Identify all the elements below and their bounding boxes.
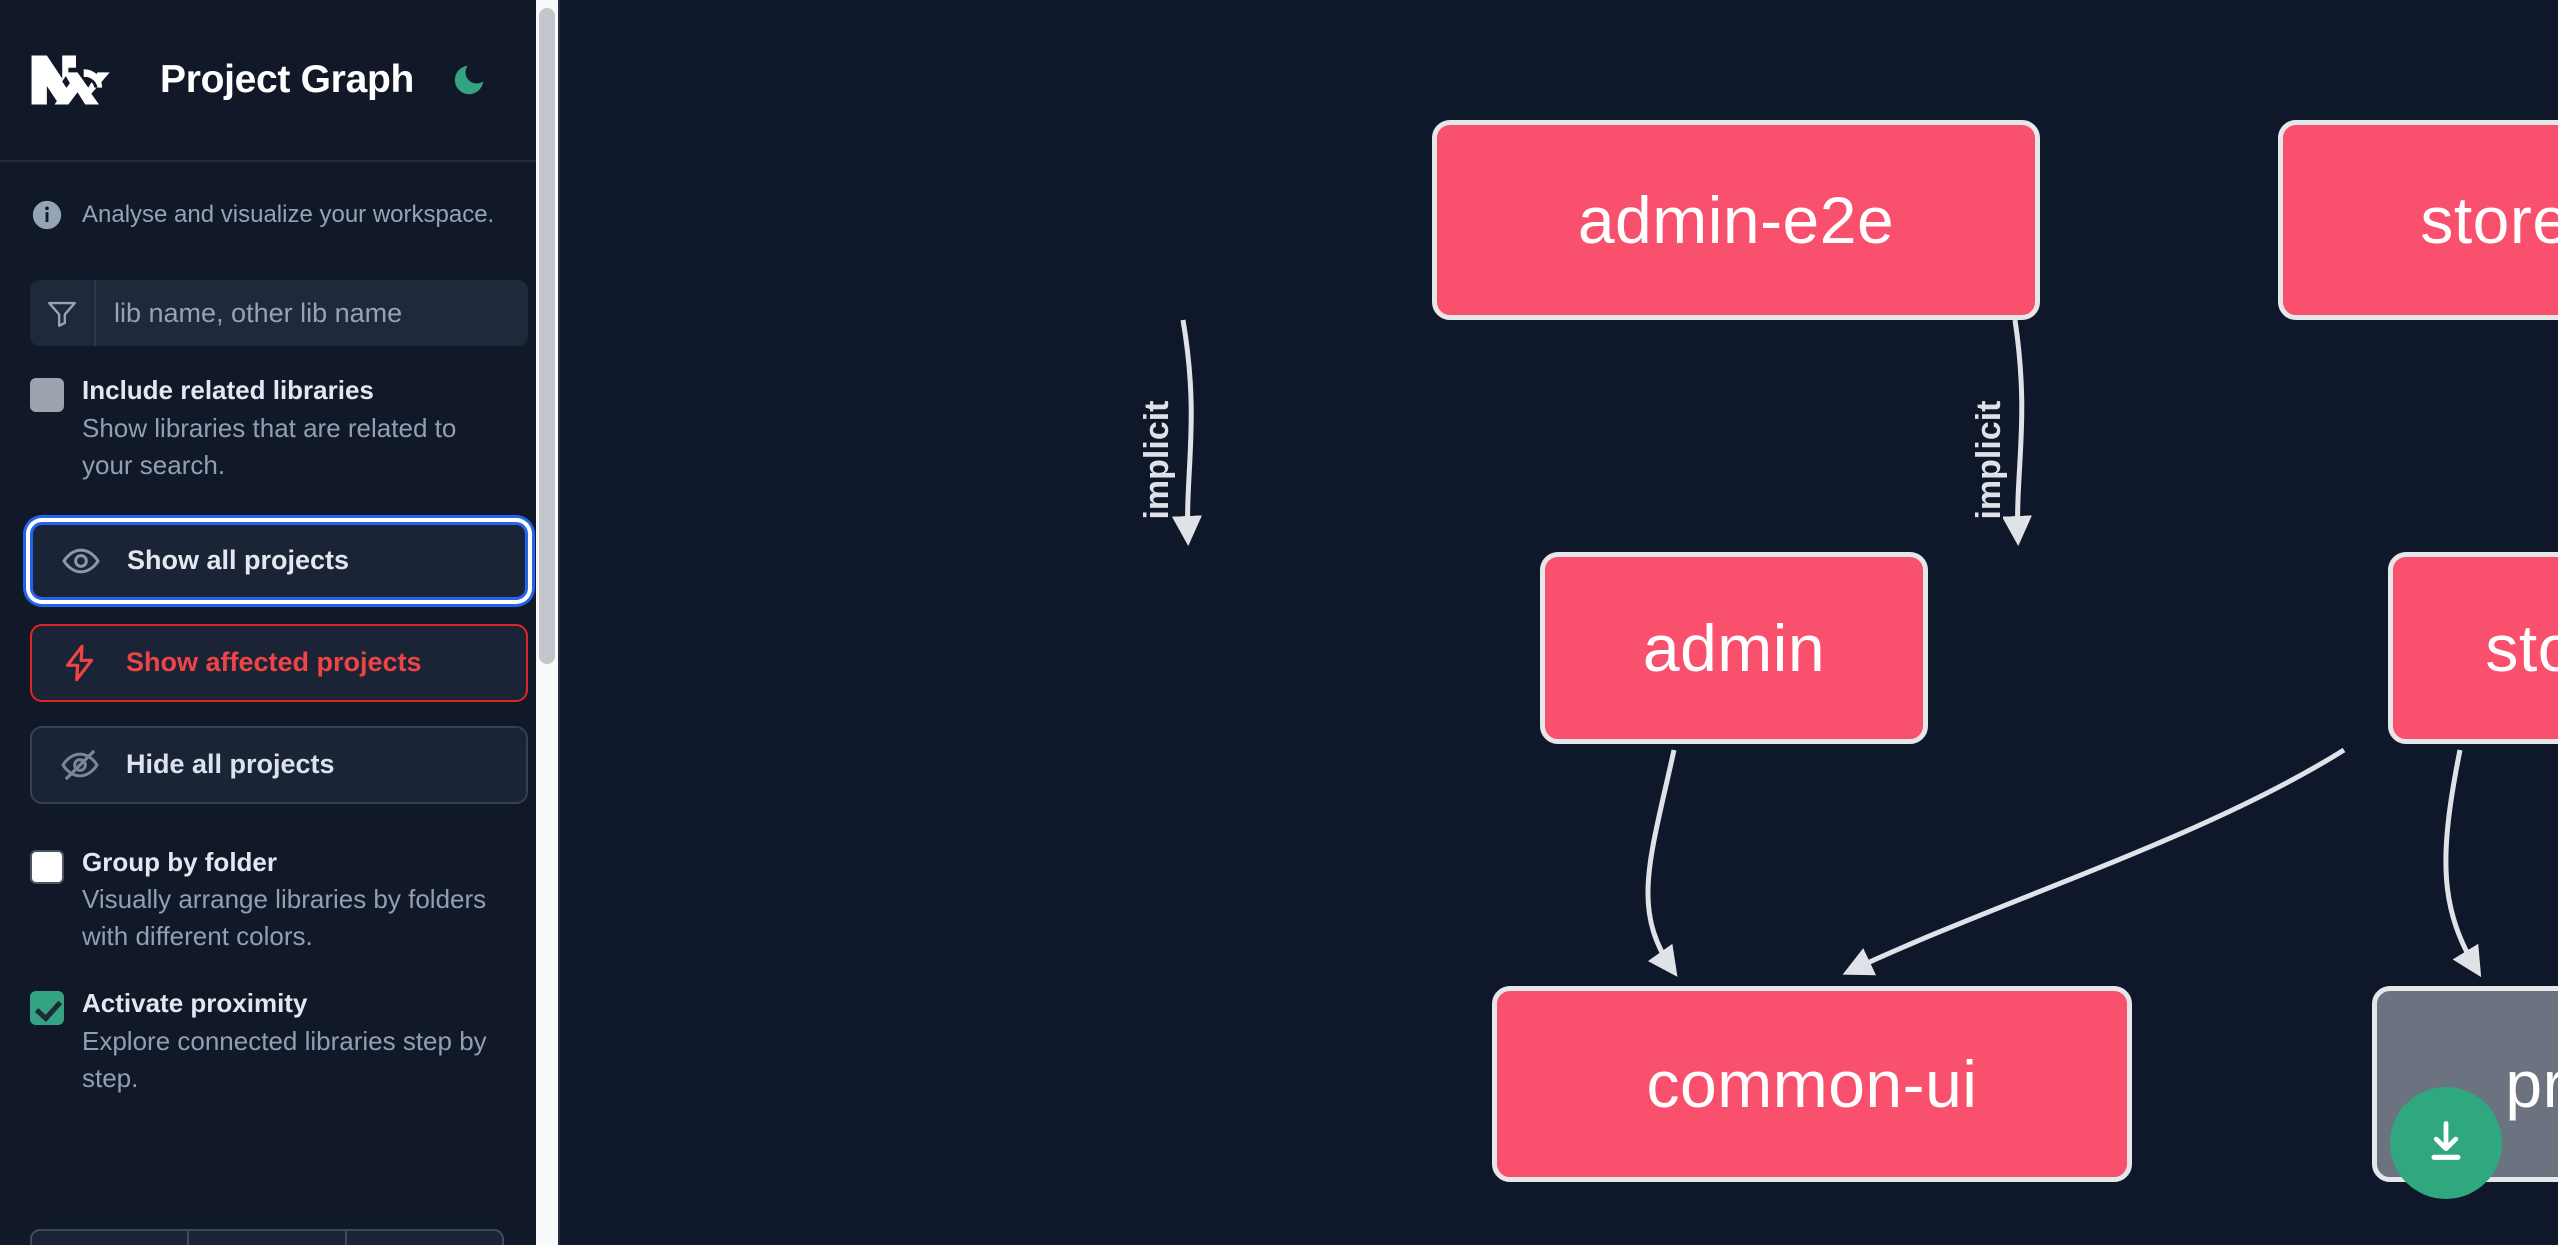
graph-node-label: common-ui bbox=[1646, 1047, 1978, 1121]
graph-node-store-e2e[interactable]: store-e2e bbox=[2278, 120, 2558, 320]
option-description: Visually arrange libraries by folders wi… bbox=[82, 884, 487, 952]
project-graph-app: Project Graph Analyse and visualize your… bbox=[0, 0, 2558, 1245]
button-group: Show all projects Show affected projects… bbox=[0, 521, 558, 804]
edge-store-common-ui bbox=[1842, 747, 2346, 976]
graph-canvas[interactable]: implicit implicit admin-e2e store-e2e ad… bbox=[560, 0, 2558, 1245]
segment-value[interactable] bbox=[189, 1231, 347, 1245]
download-button[interactable] bbox=[2390, 1087, 2502, 1199]
sidebar: Project Graph Analyse and visualize your… bbox=[0, 0, 560, 1245]
hide-all-projects-button[interactable]: Hide all projects bbox=[30, 725, 528, 804]
search-input[interactable] bbox=[96, 280, 528, 346]
edge-label-implicit-admin: implicit bbox=[1138, 400, 1176, 519]
show-all-projects-label: Show all projects bbox=[127, 545, 350, 575]
moon-icon[interactable] bbox=[448, 59, 490, 101]
tagline: Analyse and visualize your workspace. bbox=[0, 162, 558, 268]
hide-all-projects-label: Hide all projects bbox=[126, 749, 335, 779]
filter-box[interactable] bbox=[30, 280, 528, 346]
option-group-by-folder[interactable]: Group by folder Visually arrange librari… bbox=[0, 844, 558, 956]
eye-off-icon bbox=[61, 749, 99, 780]
page-title: Project Graph bbox=[160, 58, 414, 101]
option-description: Explore connected libraries step by step… bbox=[82, 1025, 487, 1093]
option-texts: Include related libraries Show libraries… bbox=[82, 372, 502, 484]
graph-node-label: admin bbox=[1642, 611, 1826, 685]
option-texts: Activate proximity Explore connected lib… bbox=[82, 985, 502, 1097]
lightning-bolt-icon bbox=[65, 644, 94, 681]
moon-icon-glyph bbox=[454, 65, 484, 95]
edge-store-e2e-store bbox=[2001, 319, 2032, 546]
graph-node-label: store bbox=[2485, 611, 2558, 685]
checkbox-group-by-folder[interactable] bbox=[30, 849, 64, 884]
filter-section bbox=[0, 280, 558, 346]
edge-admin-common-ui bbox=[1645, 749, 1678, 977]
edge-admin-e2e-admin bbox=[1171, 319, 1202, 546]
segment-decrease[interactable] bbox=[32, 1231, 190, 1245]
eye-icon bbox=[62, 548, 100, 573]
graph-node-admin-e2e[interactable]: admin-e2e bbox=[1432, 120, 2040, 320]
graph-node-label: admin-e2e bbox=[1577, 183, 1895, 257]
option-description: Show libraries that are related to your … bbox=[82, 412, 457, 480]
download-icon bbox=[2431, 1121, 2461, 1160]
checkbox-include-related-libraries[interactable] bbox=[30, 378, 64, 412]
graph-node-store[interactable]: store bbox=[2388, 552, 2558, 744]
option-label: Activate proximity bbox=[82, 988, 308, 1018]
edge-store-products bbox=[2443, 749, 2482, 978]
tagline-text: Analyse and visualize your workspace. bbox=[82, 201, 495, 228]
option-texts: Group by folder Visually arrange librari… bbox=[82, 844, 502, 956]
funnel-filter-icon bbox=[30, 280, 96, 346]
nx-logo-icon bbox=[31, 55, 110, 105]
checkbox-activate-proximity[interactable] bbox=[30, 991, 64, 1025]
sidebar-header: Project Graph bbox=[0, 0, 558, 162]
segment-increase[interactable] bbox=[347, 1231, 502, 1245]
proximity-step-segmented-control[interactable] bbox=[30, 1229, 504, 1245]
graph-node-admin[interactable]: admin bbox=[1540, 552, 1928, 744]
show-affected-projects-button[interactable]: Show affected projects bbox=[30, 623, 528, 702]
option-include-related-libraries[interactable]: Include related libraries Show libraries… bbox=[0, 372, 558, 484]
show-affected-projects-label: Show affected projects bbox=[126, 647, 422, 677]
graph-node-common-ui[interactable]: common-ui bbox=[1492, 986, 2132, 1182]
sidebar-scrollbar-thumb[interactable] bbox=[539, 8, 555, 664]
graph-node-label: products bbox=[2505, 1047, 2558, 1121]
graph-node-label: store-e2e bbox=[2420, 183, 2558, 257]
show-all-projects-button[interactable]: Show all projects bbox=[30, 521, 528, 600]
info-circle-icon bbox=[32, 200, 62, 230]
edge-label-implicit-store: implicit bbox=[1970, 400, 2008, 519]
sidebar-scrollbar[interactable] bbox=[536, 0, 558, 1245]
option-label: Group by folder bbox=[82, 846, 277, 877]
option-activate-proximity[interactable]: Activate proximity Explore connected lib… bbox=[0, 985, 558, 1097]
option-label: Include related libraries bbox=[82, 375, 374, 405]
funnel-filter-icon-glyph bbox=[48, 301, 76, 327]
